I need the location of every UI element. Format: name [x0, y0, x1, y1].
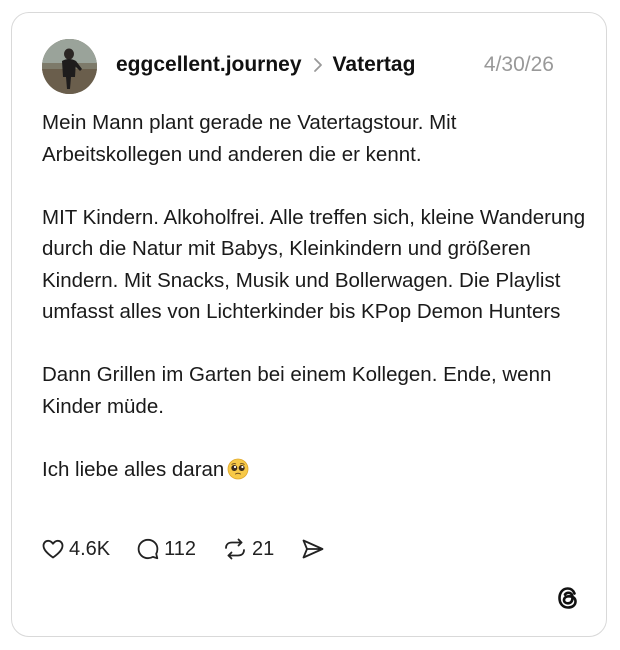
comment-icon: [137, 538, 159, 560]
reply-count: 112: [164, 537, 197, 560]
post-paragraph: MIT Kindern. Alkoholfrei. Alle treffen s…: [42, 205, 591, 324]
username-link[interactable]: eggcellent.journey: [116, 53, 302, 77]
share-button[interactable]: [300, 537, 326, 561]
like-count: 4.6K: [69, 537, 111, 560]
post-paragraph: Mein Mann plant gerade ne Vatertagstour.…: [42, 111, 461, 166]
heart-icon: [42, 539, 64, 559]
post-date: 4/30/26: [483, 53, 554, 76]
threads-logo-icon[interactable]: [554, 584, 582, 612]
post-paragraph-last: Ich liebe alles daran: [42, 454, 587, 486]
send-icon: [302, 539, 324, 559]
post-card: eggcellent.journey Vatertag 4/30/26 Mein…: [11, 12, 607, 637]
topic-link[interactable]: Vatertag: [333, 53, 416, 77]
avatar-photo: [42, 39, 97, 94]
post-paragraph: Dann Grillen im Garten bei einem Kollege…: [42, 363, 558, 418]
post-body: Mein Mann plant gerade ne Vatertagstour.…: [42, 107, 587, 485]
like-button[interactable]: 4.6K: [41, 537, 110, 561]
repost-count: 21: [252, 537, 275, 560]
avatar[interactable]: [42, 39, 97, 94]
reply-button[interactable]: 112: [136, 537, 196, 561]
post-header: eggcellent.journey Vatertag 4/30/26: [116, 48, 554, 82]
repost-button[interactable]: 21: [222, 537, 274, 561]
post-paragraph-text: Ich liebe alles daran: [42, 457, 225, 481]
pleading-face-emoji-icon: [227, 458, 249, 479]
post-actions: 4.6K 112 21: [41, 533, 352, 565]
repost-icon: [225, 538, 245, 560]
chevron-right-icon: [313, 58, 322, 72]
